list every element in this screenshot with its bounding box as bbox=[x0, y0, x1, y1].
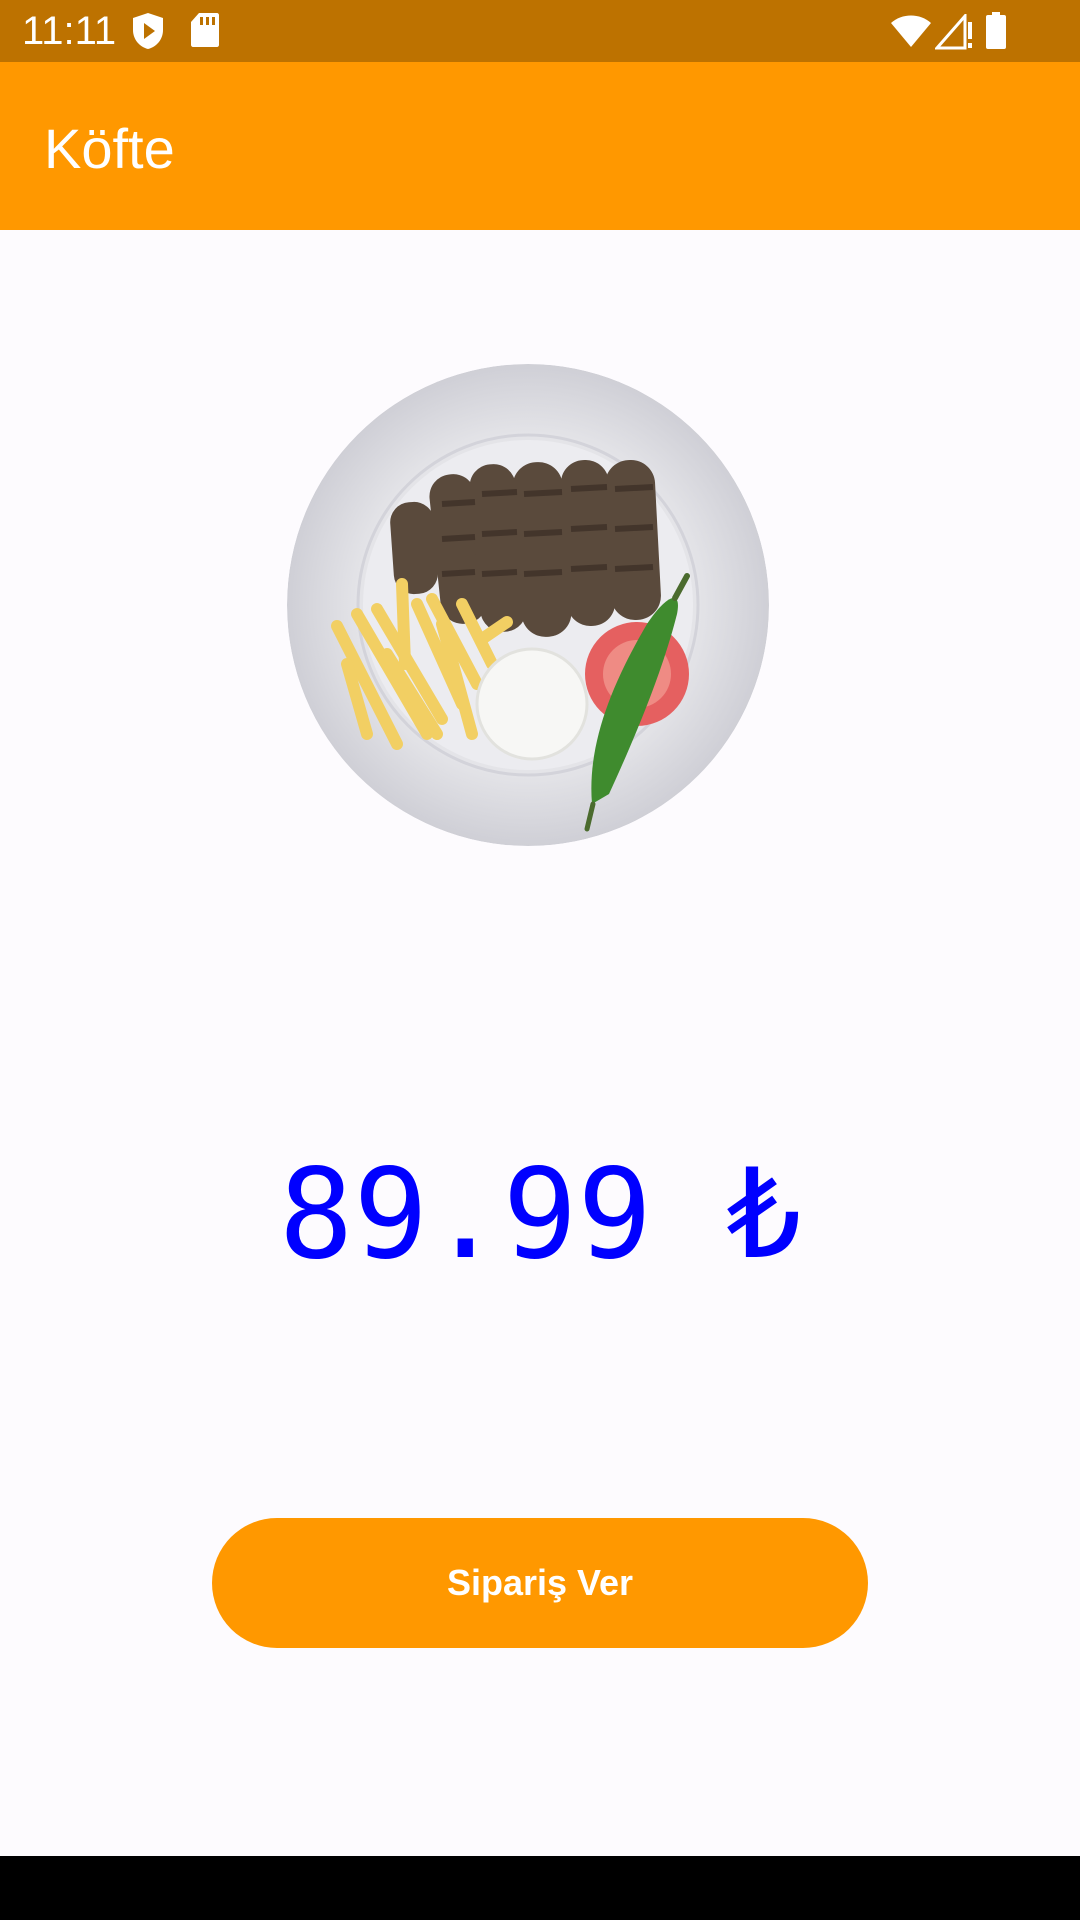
signal-alert-icon bbox=[935, 14, 972, 50]
kofte-plate-image bbox=[287, 364, 769, 846]
navigation-bar bbox=[0, 1856, 1080, 1920]
order-button[interactable]: Sipariş Ver bbox=[212, 1518, 868, 1648]
battery-icon bbox=[986, 12, 1006, 49]
sd-card-icon bbox=[191, 13, 219, 47]
page-title: Köfte bbox=[44, 117, 175, 180]
status-bar: 11:11 bbox=[0, 0, 1080, 62]
shield-play-icon bbox=[133, 13, 163, 49]
wifi-icon bbox=[891, 15, 931, 47]
app-bar: Köfte bbox=[0, 62, 1080, 230]
price-label: 89.99 ₺ bbox=[278, 1143, 802, 1287]
product-detail: 89.99 ₺ Sipariş Ver bbox=[0, 230, 1080, 1856]
status-time: 11:11 bbox=[22, 9, 117, 53]
